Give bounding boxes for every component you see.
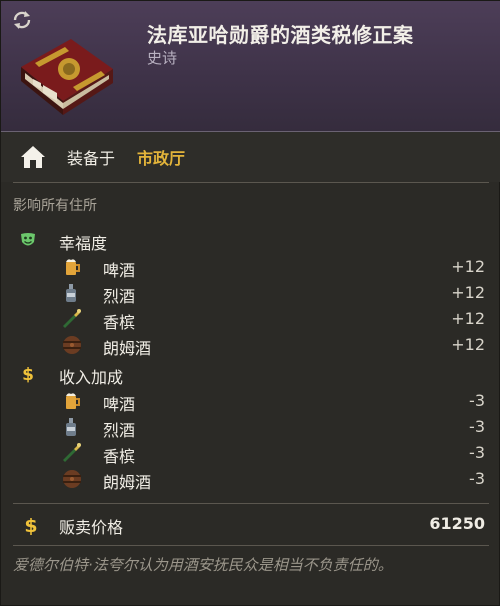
income-row-beer: 啤酒 -3 — [1, 389, 500, 415]
rum-icon — [63, 470, 81, 488]
champagne-icon — [63, 443, 81, 462]
refresh-icon[interactable] — [11, 9, 33, 31]
spirits-icon — [66, 418, 76, 436]
tooltip-header: 法库亚哈勋爵的酒类税修正案 史诗 — [1, 1, 500, 132]
item-label: 香槟 — [103, 313, 136, 332]
item-label: 朗姆酒 — [103, 339, 152, 358]
item-label: 啤酒 — [103, 395, 136, 414]
happiness-row-rum: 朗姆酒 +12 — [1, 333, 500, 359]
item-value: -3 — [469, 391, 485, 410]
spirits-icon — [66, 284, 76, 302]
item-label: 烈酒 — [103, 287, 136, 306]
equip-building: 市政厅 — [137, 149, 186, 168]
svg-text:$: $ — [22, 365, 34, 383]
item-rarity: 史诗 — [147, 49, 178, 67]
item-value: +12 — [451, 335, 485, 354]
rum-icon — [63, 336, 81, 354]
item-value: -3 — [469, 443, 485, 462]
sell-price-label: 贩卖价格 — [59, 518, 124, 537]
sell-price-row: $ 贩卖价格 61250 — [1, 509, 500, 541]
happiness-row-champagne: 香槟 +12 — [1, 307, 500, 333]
item-value: -3 — [469, 417, 485, 436]
item-value: -3 — [469, 469, 485, 488]
item-label: 啤酒 — [103, 261, 136, 280]
income-row-champagne: 香槟 -3 — [1, 441, 500, 467]
divider — [13, 182, 489, 183]
beer-icon — [66, 259, 80, 275]
house-icon — [21, 146, 45, 168]
income-row-spirits: 烈酒 -3 — [1, 415, 500, 441]
happiness-label: 幸福度 — [59, 234, 108, 253]
item-title: 法库亚哈勋爵的酒类税修正案 — [147, 23, 414, 47]
sell-price-value: 61250 — [429, 514, 485, 533]
book-item-icon — [21, 39, 113, 115]
item-value: +12 — [451, 257, 485, 276]
svg-text:$: $ — [24, 515, 37, 535]
income-row-rum: 朗姆酒 -3 — [1, 467, 500, 493]
item-tooltip: 法库亚哈勋爵的酒类税修正案 史诗 装备于 市政厅 影响所有住所 幸福度 啤酒 +… — [0, 0, 500, 606]
beer-icon — [66, 393, 80, 409]
champagne-icon — [63, 309, 81, 328]
equip-row: 装备于 市政厅 — [1, 132, 500, 182]
item-label: 朗姆酒 — [103, 473, 152, 492]
happiness-row-beer: 啤酒 +12 — [1, 255, 500, 281]
divider — [13, 545, 489, 546]
flavor-text: 爱德尔伯特·法夸尔认为用酒安抚民众是相当不负责任的。 — [13, 556, 393, 574]
coin-dollar-icon: $ — [24, 515, 37, 535]
happiness-row-spirits: 烈酒 +12 — [1, 281, 500, 307]
item-label: 香槟 — [103, 447, 136, 466]
effect-scope: 影响所有住所 — [13, 198, 97, 214]
income-label: 收入加成 — [59, 368, 124, 387]
item-label: 烈酒 — [103, 421, 136, 440]
equip-label: 装备于 — [67, 149, 116, 168]
item-value: +12 — [451, 283, 485, 302]
item-value: +12 — [451, 309, 485, 328]
happiness-mask-icon — [21, 233, 35, 246]
divider — [13, 503, 489, 504]
coin-dollar-icon: $ — [22, 365, 34, 383]
